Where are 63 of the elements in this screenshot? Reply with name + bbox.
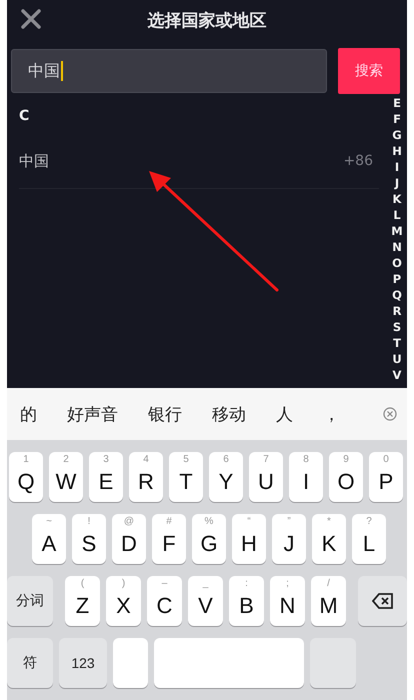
keyboard-key[interactable]: # F [152, 514, 186, 564]
index-letter[interactable]: U [392, 351, 402, 367]
keyboard-key[interactable]: 3 E [89, 452, 123, 502]
keyboard-key[interactable]: 4 R [129, 452, 163, 502]
section-letter: C [18, 107, 30, 126]
index-letter[interactable]: R [392, 303, 402, 319]
index-letter[interactable]: J [394, 175, 400, 191]
keyboard-key[interactable]: 9 O [329, 452, 363, 502]
dial-code: +86 [343, 153, 373, 169]
keyboard-key[interactable]: ! S [72, 514, 106, 564]
keyboard-key[interactable]: 2 W [49, 452, 83, 502]
index-letter[interactable]: Q [392, 287, 402, 303]
search-field[interactable]: 中国 [11, 49, 327, 93]
text-cursor [61, 61, 63, 81]
index-letter[interactable]: M [391, 223, 403, 239]
keyboard-key[interactable]: 1 Q [9, 452, 43, 502]
index-letter[interactable]: E [393, 95, 401, 111]
index-letter[interactable]: K [392, 191, 402, 207]
keyboard-key[interactable]: % G [192, 514, 226, 564]
keyboard-key[interactable]: 8 I [289, 452, 323, 502]
backspace-icon [372, 593, 394, 609]
keyboard-key[interactable]: 分词 [7, 576, 53, 626]
index-letter[interactable]: I [394, 159, 400, 175]
candidate-word[interactable]: 好声音 [67, 402, 118, 426]
keyboard-key[interactable]: ) X [106, 576, 141, 626]
keyboard-key[interactable]: * K [312, 514, 346, 564]
country-name: 中国 [19, 152, 49, 170]
keyboard-key[interactable]: _ V [188, 576, 223, 626]
keyboard-key[interactable]: : B [229, 576, 264, 626]
keyboard-key[interactable]: 6 Y [209, 452, 243, 502]
candidate-word[interactable]: 移动 [212, 402, 246, 426]
index-letter[interactable]: T [393, 335, 401, 351]
index-letter[interactable]: H [392, 143, 402, 159]
keyboard-key[interactable]: ; N [270, 576, 305, 626]
index-letter[interactable]: N [392, 239, 402, 255]
index-letter[interactable]: G [392, 127, 402, 143]
index-letter[interactable]: O [392, 255, 402, 271]
index-letter[interactable]: V [392, 367, 402, 383]
keyboard-key[interactable]: 符 [7, 638, 53, 688]
keyboard-key[interactable]: ” J [272, 514, 306, 564]
candidate-word[interactable]: 的 [20, 402, 37, 426]
keyboard-key[interactable]: 0 P [369, 452, 403, 502]
index-letter[interactable]: L [393, 207, 401, 223]
keyboard-key[interactable]: ( Z [65, 576, 100, 626]
index-letter[interactable]: S [392, 319, 402, 335]
keyboard-key[interactable]: 123 [59, 638, 107, 688]
keyboard-key[interactable]: 7 U [249, 452, 283, 502]
close-icon[interactable] [383, 407, 397, 421]
candidate-word[interactable]: ， [323, 402, 340, 426]
keyboard-key[interactable]: @ D [112, 514, 146, 564]
candidate-word[interactable]: 银行 [148, 402, 182, 426]
backspace-key[interactable] [358, 576, 407, 626]
candidate-word[interactable]: 人 [276, 402, 293, 426]
page-title: 选择国家或地区 [148, 10, 266, 32]
index-letter[interactable]: P [392, 271, 402, 287]
index-letter[interactable]: F [393, 111, 401, 127]
keyboard-key[interactable]: “ H [232, 514, 266, 564]
keyboard-key[interactable]: / M [311, 576, 346, 626]
keyboard-key[interactable]: ? L [352, 514, 386, 564]
keyboard-key[interactable]: – C [147, 576, 182, 626]
keyboard-key[interactable]: 5 T [169, 452, 203, 502]
keyboard-key[interactable]: ~ A [32, 514, 66, 564]
close-icon[interactable] [20, 8, 42, 30]
